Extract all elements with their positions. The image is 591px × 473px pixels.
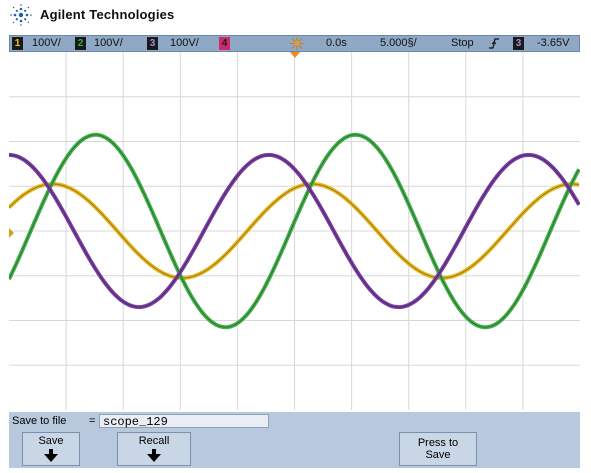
down-arrow-icon bbox=[44, 449, 58, 462]
run-status-sun-icon bbox=[290, 37, 304, 50]
equals-sign: = bbox=[89, 415, 96, 427]
channel-4-badge[interactable]: 4 bbox=[219, 37, 230, 50]
trigger-level: -3.65V bbox=[537, 37, 570, 49]
scope-status-bar: 1 100V/ 2 100V/ 3 100V/ 4 0.0s 5.000§/ S… bbox=[9, 35, 580, 52]
channel-1-scale: 100V/ bbox=[32, 37, 61, 49]
channel-2-badge[interactable]: 2 bbox=[75, 37, 86, 50]
channel-2-scale: 100V/ bbox=[94, 37, 123, 49]
ground-marker-icon bbox=[9, 228, 14, 238]
press-to-save-label: Press to Save bbox=[417, 437, 459, 461]
filename-field[interactable]: scope_129 bbox=[99, 414, 269, 429]
recall-softkey[interactable]: Recall bbox=[117, 432, 191, 466]
softkey-panel: Save to file = scope_129 Save Recall Pre… bbox=[9, 412, 580, 468]
rising-edge-icon bbox=[489, 38, 499, 49]
run-state: Stop bbox=[451, 37, 474, 49]
graticule bbox=[9, 52, 580, 410]
save-to-file-label: Save to file bbox=[12, 415, 67, 427]
time-offset: 0.0s bbox=[326, 37, 347, 49]
header-bar: Agilent Technologies bbox=[0, 0, 591, 30]
recall-softkey-label: Recall bbox=[138, 435, 170, 447]
brand-name: Agilent Technologies bbox=[40, 7, 175, 22]
agilent-spark-icon bbox=[10, 4, 32, 26]
channel-3-badge[interactable]: 3 bbox=[147, 37, 158, 50]
channel-3-scale: 100V/ bbox=[170, 37, 199, 49]
save-softkey[interactable]: Save bbox=[22, 432, 80, 466]
trigger-channel-badge: 3 bbox=[513, 37, 524, 50]
waveform-display bbox=[9, 52, 580, 410]
save-softkey-label: Save bbox=[38, 435, 64, 447]
down-arrow-icon bbox=[147, 449, 161, 462]
channel-1-badge[interactable]: 1 bbox=[12, 37, 23, 50]
trigger-time-marker-icon bbox=[290, 52, 300, 58]
press-to-save-softkey[interactable]: Press to Save bbox=[399, 432, 477, 466]
time-scale: 5.000§/ bbox=[380, 37, 417, 49]
